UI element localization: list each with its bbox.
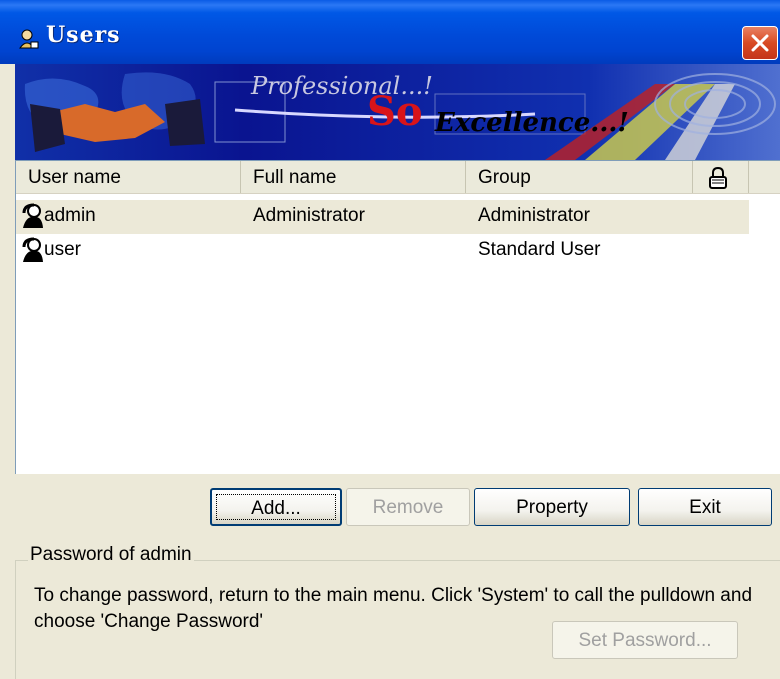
window-title: Users (46, 22, 121, 48)
group-cell: Standard User (478, 239, 601, 260)
property-button[interactable]: Property (474, 488, 630, 526)
list-item[interactable]: admin Administrator Administrator (16, 200, 749, 234)
exit-button[interactable]: Exit (638, 488, 772, 526)
users-window: Users Professional...! So Excellence...!… (0, 0, 780, 679)
close-button[interactable] (742, 26, 778, 60)
banner-text-so: So (367, 88, 423, 135)
banner-text-excellence: Excellence...! (435, 108, 629, 138)
list-item[interactable]: user Standard User (16, 234, 749, 268)
group-cell: Administrator (478, 205, 590, 226)
lock-icon (709, 167, 727, 189)
users-list[interactable]: User name Full name Group admin Administ… (15, 160, 780, 474)
remove-button-label: Remove (372, 497, 444, 518)
set-password-button-label: Set Password... (578, 630, 712, 651)
focus-rect (216, 494, 336, 520)
exit-button-label: Exit (689, 497, 721, 518)
full-name-cell: Administrator (253, 205, 365, 226)
user-icon (22, 237, 43, 262)
password-group-label: Password of admin (28, 544, 194, 566)
list-header: User name Full name Group (16, 161, 780, 194)
column-full-name[interactable]: Full name (241, 161, 466, 193)
user-icon (22, 203, 43, 228)
user-name-cell: user (44, 239, 81, 260)
remove-button[interactable]: Remove (346, 488, 470, 526)
add-button[interactable]: Add... (210, 488, 342, 526)
user-name-cell: admin (44, 205, 96, 226)
column-group[interactable]: Group (466, 161, 693, 193)
property-button-label: Property (516, 497, 588, 518)
close-icon (751, 34, 769, 52)
users-icon (19, 29, 39, 49)
title-bar[interactable]: Users (0, 0, 780, 64)
column-lock[interactable] (693, 161, 749, 193)
set-password-button[interactable]: Set Password... (552, 621, 738, 659)
column-user-name[interactable]: User name (16, 161, 241, 193)
banner-image: Professional...! So Excellence...! (15, 64, 780, 160)
